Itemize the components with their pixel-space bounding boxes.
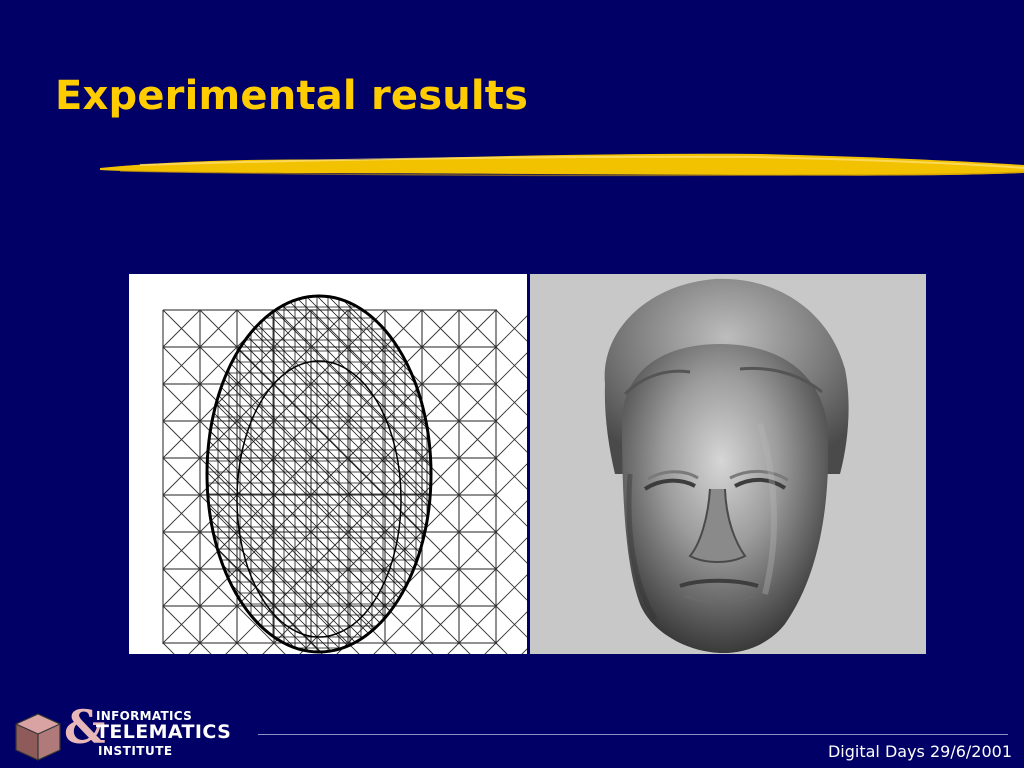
wireframe-face-image — [129, 274, 527, 654]
title-underline-brush — [100, 153, 1024, 177]
slide-title: Experimental results — [55, 73, 529, 119]
footer-rule — [258, 734, 1008, 735]
logo-line-telematics: TELEMATICS — [96, 721, 232, 743]
shaded-face-image — [530, 274, 926, 654]
cube-icon — [15, 713, 61, 761]
footer-date: Digital Days 29/6/2001 — [827, 742, 1012, 761]
logo-line-institute: INSTITUTE — [98, 744, 173, 758]
institute-logo: & INFORMATICS TELEMATICS INSTITUTE — [10, 700, 260, 764]
